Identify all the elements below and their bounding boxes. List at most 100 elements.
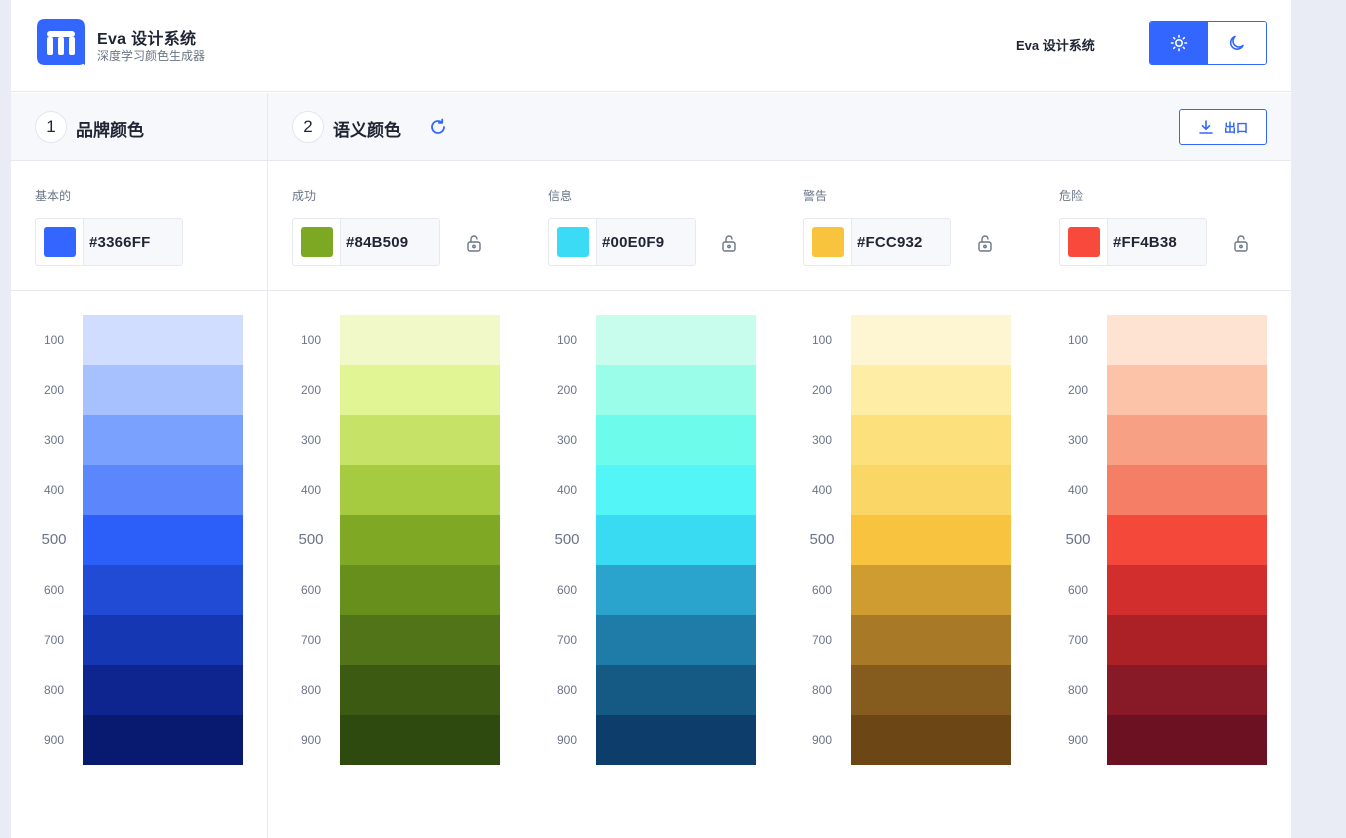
shade-label: 300 xyxy=(300,433,322,447)
shade-swatch[interactable] xyxy=(340,615,500,665)
shade-swatch[interactable] xyxy=(596,415,756,465)
shade-swatch[interactable] xyxy=(596,515,756,565)
shade-swatch[interactable] xyxy=(851,715,1011,765)
shade-label: 900 xyxy=(43,733,65,747)
color-hex-input[interactable]: #3366FF xyxy=(35,218,183,266)
shade-swatch[interactable] xyxy=(1107,515,1267,565)
unlock-icon[interactable] xyxy=(466,234,482,252)
shade-swatch[interactable] xyxy=(851,565,1011,615)
shade-swatch[interactable] xyxy=(1107,565,1267,615)
color-label: 信息 xyxy=(548,189,573,203)
shade-label: 800 xyxy=(300,683,322,697)
color-picker-swatch[interactable] xyxy=(293,219,341,265)
unlock-icon[interactable] xyxy=(1233,234,1249,252)
hex-value: #84B509 xyxy=(346,233,409,251)
shade-swatch[interactable] xyxy=(851,665,1011,715)
shade-label: 800 xyxy=(556,683,578,697)
shade-swatch[interactable] xyxy=(1107,415,1267,465)
shade-swatch[interactable] xyxy=(83,565,243,615)
shade-label: 300 xyxy=(43,433,65,447)
brand-title: Eva 设计系统 xyxy=(97,31,197,48)
app-window: Eva 设计系统 深度学习颜色生成器 Eva 设计系统 1 品牌颜色 2 语义颜… xyxy=(11,0,1291,838)
refresh-icon[interactable] xyxy=(429,118,447,136)
shade-label: 600 xyxy=(556,583,578,597)
shade-label: 100 xyxy=(300,333,322,347)
shade-swatch[interactable] xyxy=(851,615,1011,665)
shade-swatch[interactable] xyxy=(851,515,1011,565)
shade-swatch[interactable] xyxy=(340,515,500,565)
header: Eva 设计系统 深度学习颜色生成器 Eva 设计系统 xyxy=(11,0,1291,92)
shade-label: 500 xyxy=(554,531,580,548)
eva-design-system-link[interactable]: Eva 设计系统 xyxy=(1016,35,1095,54)
shade-swatch[interactable] xyxy=(851,365,1011,415)
color-picker-swatch[interactable] xyxy=(36,219,84,265)
shade-swatch[interactable] xyxy=(596,365,756,415)
shade-label: 900 xyxy=(1067,733,1089,747)
shade-label: 900 xyxy=(300,733,322,747)
shade-swatch[interactable] xyxy=(83,315,243,365)
shade-swatch[interactable] xyxy=(83,715,243,765)
brand-subtitle: 深度学习颜色生成器 xyxy=(97,49,206,63)
hex-value: #FCC932 xyxy=(857,233,923,251)
shade-swatch[interactable] xyxy=(1107,615,1267,665)
shade-swatch[interactable] xyxy=(83,615,243,665)
download-icon xyxy=(1199,120,1213,134)
dark-theme-button[interactable] xyxy=(1208,22,1266,64)
shade-swatch[interactable] xyxy=(1107,465,1267,515)
hex-value: #3366FF xyxy=(89,233,151,251)
shade-label: 600 xyxy=(43,583,65,597)
shade-swatch[interactable] xyxy=(1107,315,1267,365)
shade-swatch[interactable] xyxy=(596,315,756,365)
shade-swatch[interactable] xyxy=(340,465,500,515)
swatch-color xyxy=(1067,227,1100,257)
shade-label: 100 xyxy=(811,333,833,347)
shade-swatch[interactable] xyxy=(1107,665,1267,715)
shade-swatch[interactable] xyxy=(1107,715,1267,765)
shade-swatch[interactable] xyxy=(83,665,243,715)
shade-swatch[interactable] xyxy=(596,615,756,665)
shade-swatch[interactable] xyxy=(851,315,1011,365)
unlock-icon[interactable] xyxy=(977,234,993,252)
color-hex-input[interactable]: #FF4B38 xyxy=(1059,218,1207,266)
export-button[interactable]: 出口 xyxy=(1179,109,1267,145)
shade-swatch[interactable] xyxy=(851,415,1011,465)
shade-swatch[interactable] xyxy=(340,315,500,365)
shade-swatch[interactable] xyxy=(596,465,756,515)
color-hex-input[interactable]: #FCC932 xyxy=(803,218,951,266)
theme-toggle xyxy=(1149,21,1267,65)
shade-label: 700 xyxy=(556,633,578,647)
shade-label: 400 xyxy=(43,483,65,497)
export-label: 出口 xyxy=(1223,120,1248,135)
shade-label: 400 xyxy=(556,483,578,497)
shade-swatch[interactable] xyxy=(83,365,243,415)
shade-label: 800 xyxy=(43,683,65,697)
shade-swatch[interactable] xyxy=(340,365,500,415)
shade-swatch[interactable] xyxy=(83,515,243,565)
color-picker-swatch[interactable] xyxy=(1060,219,1108,265)
color-hex-input[interactable]: #84B509 xyxy=(292,218,440,266)
color-picker-swatch[interactable] xyxy=(804,219,852,265)
shade-label: 600 xyxy=(1067,583,1089,597)
shade-swatch[interactable] xyxy=(1107,365,1267,415)
shade-swatch[interactable] xyxy=(340,665,500,715)
shade-swatch[interactable] xyxy=(340,715,500,765)
shade-swatch[interactable] xyxy=(851,465,1011,515)
color-label: 警告 xyxy=(803,189,828,203)
shade-swatch[interactable] xyxy=(83,465,243,515)
shade-label: 300 xyxy=(811,433,833,447)
shade-swatch[interactable] xyxy=(340,415,500,465)
shade-label: 600 xyxy=(300,583,322,597)
semantic-section-title: 语义颜色 xyxy=(333,121,401,140)
eva-logo-icon xyxy=(37,19,85,65)
color-picker-swatch[interactable] xyxy=(549,219,597,265)
shade-swatch[interactable] xyxy=(596,565,756,615)
shade-swatch[interactable] xyxy=(596,665,756,715)
shade-swatch[interactable] xyxy=(596,715,756,765)
shade-label: 300 xyxy=(556,433,578,447)
color-hex-input[interactable]: #00E0F9 xyxy=(548,218,696,266)
light-theme-button[interactable] xyxy=(1150,22,1208,64)
shade-swatch[interactable] xyxy=(83,415,243,465)
shade-swatch[interactable] xyxy=(340,565,500,615)
unlock-icon[interactable] xyxy=(721,234,737,252)
color-label: 成功 xyxy=(292,189,317,203)
